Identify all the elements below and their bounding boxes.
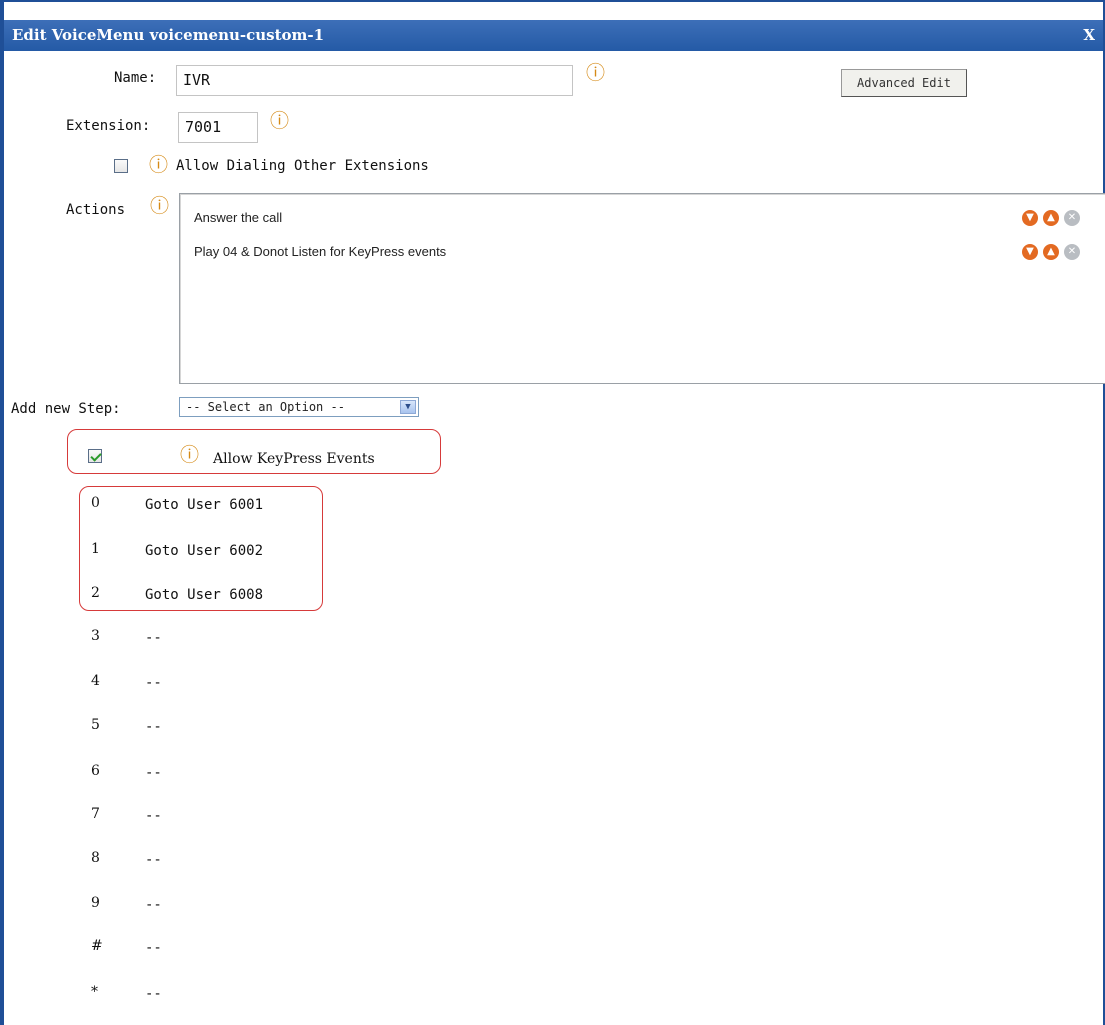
keypress-action[interactable]: -- [145, 719, 162, 735]
allow-keypress-checkbox[interactable] [88, 449, 102, 463]
keypress-key: # [91, 938, 103, 954]
keypress-action[interactable]: -- [145, 808, 162, 824]
keypress-action[interactable]: -- [145, 765, 162, 781]
action-item[interactable]: Play 04 & Donot Listen for KeyPress even… [194, 240, 1094, 264]
advanced-edit-button[interactable]: Advanced Edit [841, 69, 967, 97]
keypress-key: 7 [91, 806, 100, 822]
action-item[interactable]: Answer the call ▼ ▲ ✕ [194, 206, 1094, 230]
keypress-action[interactable]: -- [145, 630, 162, 646]
keypress-action[interactable]: -- [145, 897, 162, 913]
edit-voicemenu-dialog: Edit VoiceMenu voicemenu-custom-1 X Name… [0, 0, 1105, 1025]
dialog-title: Edit VoiceMenu voicemenu-custom-1 [12, 26, 325, 44]
allow-keypress-label: Allow KeyPress Events [213, 451, 375, 467]
info-icon[interactable]: ⓘ [149, 156, 168, 175]
actions-label: Actions [66, 202, 126, 218]
move-down-icon[interactable]: ▼ [1022, 210, 1038, 226]
keypress-action[interactable]: Goto User 6001 [145, 497, 263, 513]
keypress-action[interactable]: -- [145, 986, 162, 1002]
move-down-icon[interactable]: ▼ [1022, 244, 1038, 260]
move-up-icon[interactable]: ▲ [1043, 244, 1059, 260]
allow-dialing-checkbox[interactable] [114, 159, 128, 173]
keypress-key: 4 [91, 673, 100, 689]
close-button[interactable]: X [1083, 26, 1095, 44]
extension-label: Extension: [66, 118, 151, 134]
name-label: Name: [114, 70, 157, 86]
info-icon[interactable]: ⓘ [586, 64, 605, 83]
keypress-key: 2 [91, 585, 100, 601]
keypress-action[interactable]: -- [145, 940, 162, 956]
add-step-select[interactable]: -- Select an Option -- ▼ [179, 397, 419, 417]
keypress-key: 8 [91, 850, 100, 866]
info-icon[interactable]: ⓘ [180, 446, 199, 465]
chevron-down-icon[interactable]: ▼ [400, 400, 416, 414]
allow-dialing-label: Allow Dialing Other Extensions [176, 158, 429, 174]
add-step-select-value: -- Select an Option -- [186, 400, 345, 414]
keypress-key: 9 [91, 895, 100, 911]
keypress-action[interactable]: Goto User 6008 [145, 587, 263, 603]
add-step-label: Add new Step: [11, 401, 121, 417]
delete-icon[interactable]: ✕ [1064, 244, 1080, 260]
keypress-key: 3 [91, 628, 100, 644]
actions-list: Answer the call ▼ ▲ ✕ Play 04 & Donot Li… [179, 193, 1105, 384]
keypress-key: 1 [91, 541, 100, 557]
delete-icon[interactable]: ✕ [1064, 210, 1080, 226]
keypress-key: 6 [91, 763, 100, 779]
keypress-key: * [91, 984, 98, 1000]
keypress-action[interactable]: -- [145, 675, 162, 691]
extension-input[interactable]: 7001 [178, 112, 258, 143]
action-text: Answer the call [194, 210, 283, 225]
info-icon[interactable]: ⓘ [270, 112, 289, 131]
keypress-key: 0 [91, 495, 100, 511]
dialog-titlebar[interactable]: Edit VoiceMenu voicemenu-custom-1 X [4, 20, 1103, 51]
keypress-action[interactable]: -- [145, 852, 162, 868]
keypress-key: 5 [91, 717, 100, 733]
move-up-icon[interactable]: ▲ [1043, 210, 1059, 226]
action-text: Play 04 & Donot Listen for KeyPress even… [194, 244, 447, 259]
info-icon[interactable]: ⓘ [150, 197, 169, 216]
keypress-action[interactable]: Goto User 6002 [145, 543, 263, 559]
name-input[interactable]: IVR [176, 65, 573, 96]
